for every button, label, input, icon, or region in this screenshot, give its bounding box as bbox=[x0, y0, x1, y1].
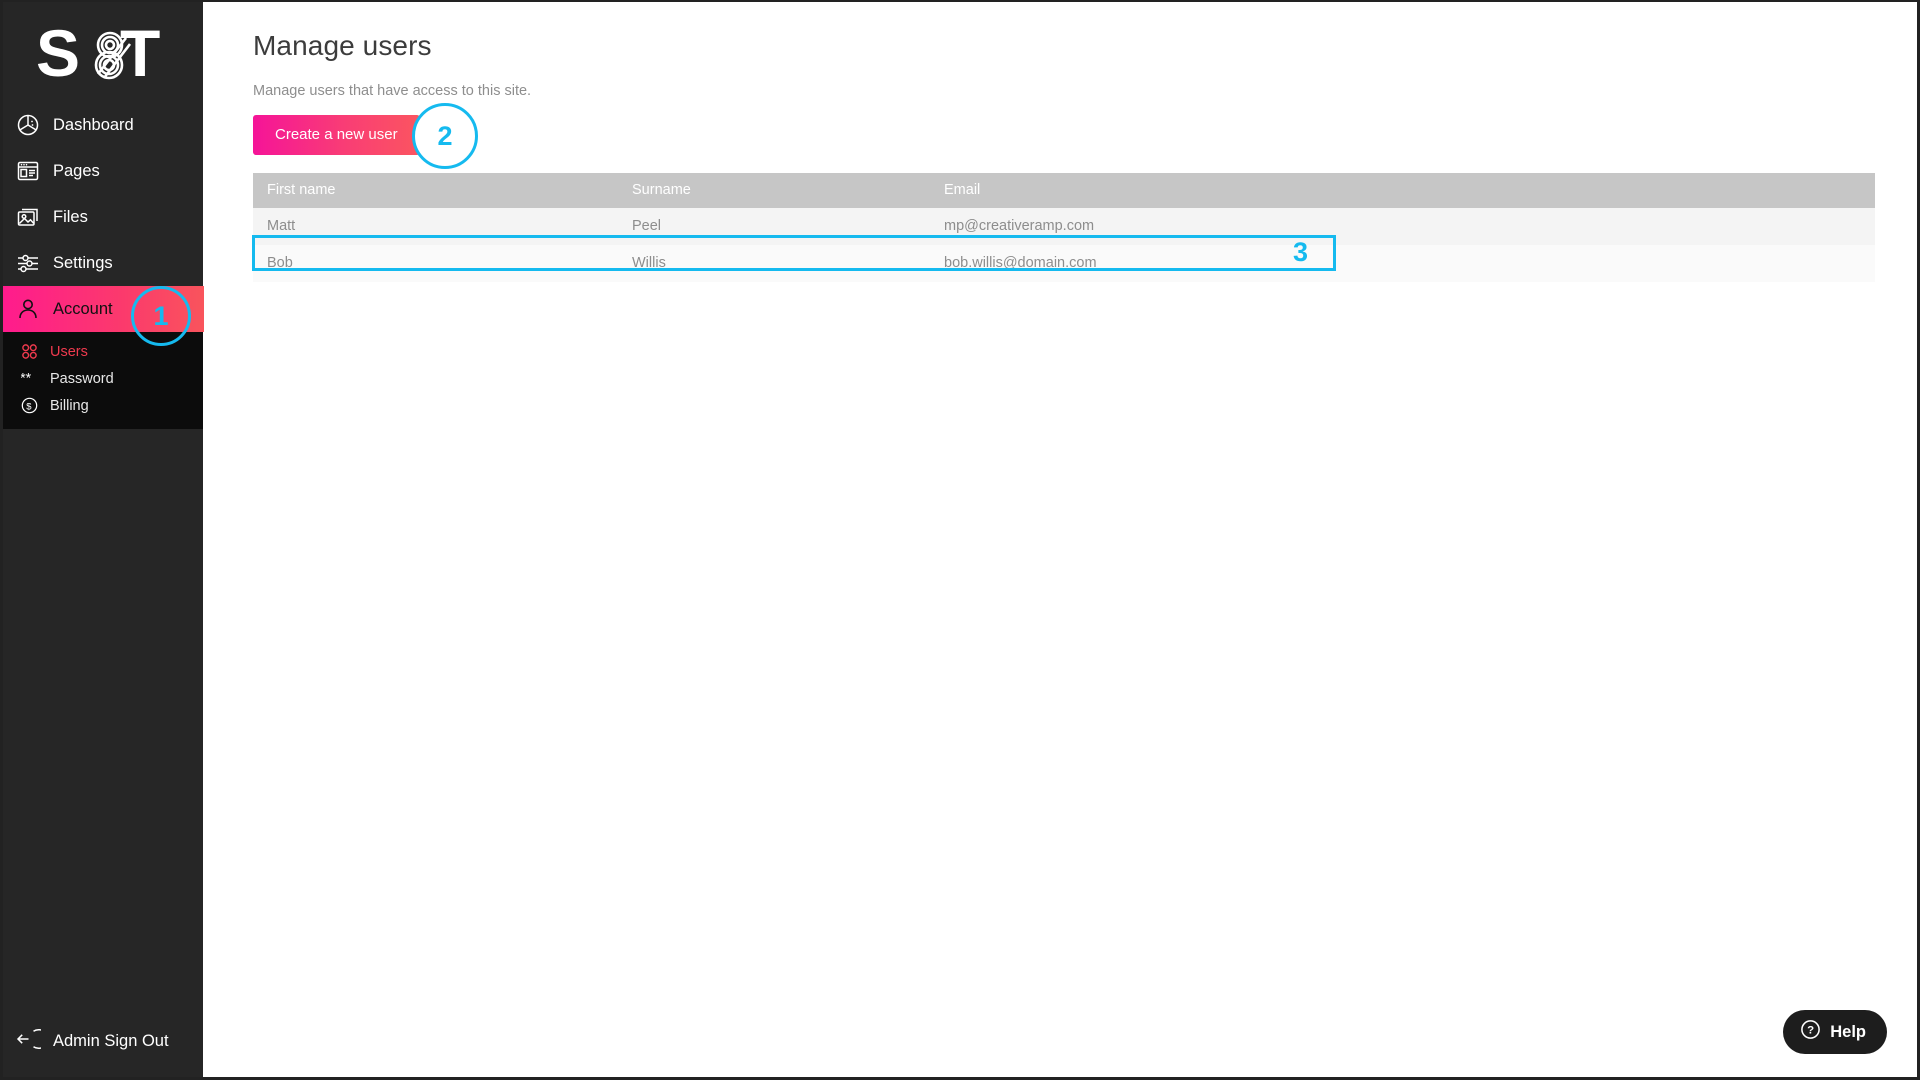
svg-text:$: $ bbox=[26, 401, 32, 412]
annotation-number: 2 bbox=[437, 121, 452, 152]
account-icon bbox=[15, 296, 41, 322]
cell-first-name: Matt bbox=[253, 208, 618, 245]
table-row[interactable]: Bob Willis bob.willis@domain.com bbox=[253, 245, 1875, 282]
sidebar-item-settings[interactable]: Settings bbox=[3, 240, 203, 286]
svg-text:**: ** bbox=[21, 370, 32, 386]
annotation-marker-2: 2 bbox=[412, 103, 478, 169]
password-icon: ** bbox=[19, 369, 39, 389]
users-icon bbox=[19, 342, 39, 362]
help-button[interactable]: ? Help bbox=[1783, 1010, 1887, 1054]
table-row[interactable]: Matt Peel mp@creativeramp.com bbox=[253, 208, 1875, 245]
annotation-marker-1: 1 bbox=[131, 286, 191, 346]
table-header-row: First name Surname Email bbox=[253, 173, 1875, 208]
sidebar-item-label: Files bbox=[53, 208, 88, 227]
submenu-item-billing[interactable]: $ Billing bbox=[3, 392, 203, 419]
svg-text:T: T bbox=[120, 24, 160, 86]
users-table-body: Matt Peel mp@creativeramp.com Bob Willis… bbox=[253, 208, 1875, 282]
sidebar-item-dashboard[interactable]: Dashboard bbox=[3, 102, 203, 148]
app-window: S T bbox=[0, 0, 1920, 1080]
help-label: Help bbox=[1830, 1023, 1866, 1042]
page-subtitle: Manage users that have access to this si… bbox=[253, 83, 1867, 99]
cell-first-name: Bob bbox=[253, 245, 618, 282]
column-header-surname[interactable]: Surname bbox=[618, 173, 930, 208]
sidebar: S T bbox=[3, 2, 203, 1077]
sign-out-icon bbox=[15, 1026, 41, 1057]
users-table-head: First name Surname Email bbox=[253, 173, 1875, 208]
sidebar-item-files[interactable]: Files bbox=[3, 194, 203, 240]
files-icon bbox=[15, 204, 41, 230]
annotation-number: 1 bbox=[153, 301, 168, 332]
cell-surname: Willis bbox=[618, 245, 930, 282]
settings-icon bbox=[15, 250, 41, 276]
brand-logo[interactable]: S T bbox=[3, 2, 203, 102]
sidebar-item-label: Pages bbox=[53, 162, 100, 181]
submenu-item-label: Password bbox=[50, 371, 114, 387]
submenu-item-password[interactable]: ** Password bbox=[3, 365, 203, 392]
cell-surname: Peel bbox=[618, 208, 930, 245]
sidebar-item-label: Account bbox=[53, 300, 113, 319]
page-title: Manage users bbox=[253, 30, 1867, 62]
billing-icon: $ bbox=[19, 396, 39, 416]
users-table: First name Surname Email Matt Peel mp@cr… bbox=[253, 173, 1875, 282]
cell-email: mp@creativeramp.com bbox=[930, 208, 1875, 245]
sidebar-item-label: Settings bbox=[53, 254, 113, 273]
svg-text:?: ? bbox=[1807, 1025, 1814, 1037]
column-header-first-name[interactable]: First name bbox=[253, 173, 618, 208]
svg-text:S: S bbox=[36, 24, 80, 86]
dashboard-icon bbox=[15, 112, 41, 138]
create-new-user-button[interactable]: Create a new user bbox=[253, 115, 420, 155]
admin-sign-out-button[interactable]: Admin Sign Out bbox=[3, 1005, 203, 1077]
column-header-email[interactable]: Email bbox=[930, 173, 1875, 208]
sidebar-item-label: Dashboard bbox=[53, 116, 134, 135]
question-mark-icon: ? bbox=[1800, 1019, 1821, 1045]
submenu-item-label: Billing bbox=[50, 398, 89, 414]
submenu-item-label: Users bbox=[50, 344, 88, 360]
annotation-number-3: 3 bbox=[1293, 237, 1308, 268]
account-submenu: Users ** Password $ Billing bbox=[3, 332, 203, 429]
admin-sign-out-label: Admin Sign Out bbox=[53, 1032, 169, 1051]
sidebar-item-pages[interactable]: Pages bbox=[3, 148, 203, 194]
pages-icon bbox=[15, 158, 41, 184]
cell-email: bob.willis@domain.com bbox=[930, 245, 1875, 282]
